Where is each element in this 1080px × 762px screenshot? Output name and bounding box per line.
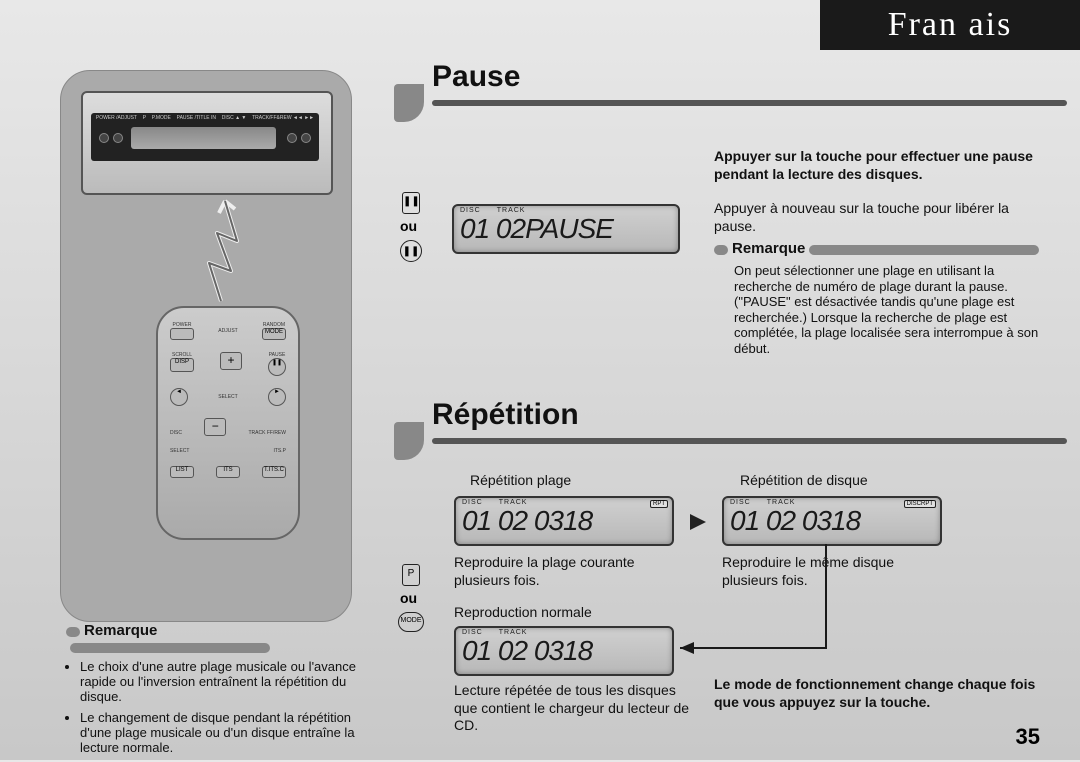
disc-repeat-label: Répétition de disque bbox=[740, 472, 868, 490]
remark-item: Le changement de disque pendant la répét… bbox=[80, 711, 356, 756]
p-key-icon: P bbox=[402, 564, 420, 586]
normal-play-label: Reproduction normale bbox=[454, 604, 592, 622]
caption-normal: Lecture répétée de tous les disques que … bbox=[454, 682, 694, 735]
remote-label: SELECT bbox=[218, 394, 237, 400]
remote-plus-button: + bbox=[220, 352, 242, 370]
section-bar bbox=[432, 438, 1067, 444]
head-label: TRACK/FF&REW ◄◄ ►► bbox=[252, 115, 314, 121]
pause-remote-icon: ❚❚ bbox=[400, 240, 422, 262]
remote-label: ADJUST bbox=[218, 328, 237, 334]
remote-itsc-button: T.ITS.C bbox=[262, 466, 286, 478]
pause-remark: Remarque On peut sélectionner une plage … bbox=[714, 240, 1050, 357]
pill-icon bbox=[809, 245, 1039, 255]
remote-label: SELECT bbox=[170, 448, 189, 454]
remark-item: Le choix d'une autre plage musicale ou l… bbox=[80, 660, 356, 705]
lcd-value: 01 02 0318 bbox=[724, 507, 940, 535]
head-label: P bbox=[143, 115, 146, 121]
arrow-right-icon bbox=[690, 514, 706, 530]
mode-change-text: Le mode de fonctionnement change chaque … bbox=[714, 676, 1044, 711]
device-illustration-panel: POWER /ADJUST P P.MODE PAUSE /TITLE IN D… bbox=[60, 70, 352, 622]
language-tab: Fran ais bbox=[820, 0, 1080, 50]
remote-disp-button: DISP bbox=[170, 358, 194, 372]
lcd-value: 01 02PAUSE bbox=[454, 215, 678, 243]
remote-pause-button: ❚❚ bbox=[268, 358, 286, 376]
ou-label: ou bbox=[400, 590, 417, 606]
remote-minus-button: − bbox=[204, 418, 226, 436]
page-number: 35 bbox=[1016, 724, 1040, 750]
lcd-value: 01 02 0318 bbox=[456, 507, 672, 535]
lcd-badge: DISCRPT bbox=[904, 500, 936, 508]
flow-arrow-icon bbox=[676, 540, 966, 660]
remark-title: Remarque bbox=[84, 622, 157, 639]
section-bar bbox=[432, 100, 1067, 106]
remote-illustration: POWER ADJUST RANDOMMODE SCROLLDISP + PAU… bbox=[156, 306, 300, 540]
ou-label: ou bbox=[400, 218, 417, 234]
track-repeat-label: Répétition plage bbox=[470, 472, 571, 490]
mode-key-icon: MODE bbox=[398, 612, 424, 632]
head-unit-illustration: POWER /ADJUST P P.MODE PAUSE /TITLE IN D… bbox=[81, 91, 333, 195]
lcd-badge: RPT bbox=[650, 500, 668, 508]
remote-its-button: ITS bbox=[216, 466, 240, 478]
remote-left-button: ◄ bbox=[170, 388, 188, 406]
lcd-value: 01 02 0318 bbox=[456, 637, 672, 665]
remark-body: On peut sélectionner une plage en utilis… bbox=[714, 257, 1050, 357]
remote-right-button: ► bbox=[268, 388, 286, 406]
remote-list-button: LIST bbox=[170, 466, 194, 478]
lcd-normal: DISCTRACK 01 02 0318 bbox=[454, 626, 674, 676]
pause-instruction: Appuyer à nouveau sur la touche pour lib… bbox=[714, 200, 1044, 235]
remote-mode-button: MODE bbox=[262, 328, 286, 340]
head-label: DISC ▲ ▼ bbox=[222, 115, 247, 121]
pill-icon bbox=[66, 627, 80, 637]
pill-icon bbox=[714, 245, 728, 255]
head-label: P.MODE bbox=[152, 115, 171, 121]
pill-icon bbox=[70, 643, 270, 653]
lcd-track-repeat: DISCTRACK RPT 01 02 0318 bbox=[454, 496, 674, 546]
lcd-disc-repeat: DISCTRACK DISCRPT 01 02 0318 bbox=[722, 496, 942, 546]
remote-label: ITS.P bbox=[273, 448, 286, 454]
left-remark: Remarque Le choix d'une autre plage musi… bbox=[66, 622, 356, 762]
caption-track-repeat: Reproduire la plage courante plusieurs f… bbox=[454, 554, 674, 589]
pause-key-icon: ❚❚ bbox=[402, 192, 420, 214]
section-title-repetition: Répétition bbox=[432, 398, 579, 432]
head-label: PAUSE /TITLE IN bbox=[177, 115, 216, 121]
remark-title: Remarque bbox=[732, 240, 805, 257]
head-label: POWER /ADJUST bbox=[96, 115, 137, 121]
pause-instruction-bold: Appuyer sur la touche pour effectuer une… bbox=[714, 148, 1044, 183]
lcd-pause: DISCTRACK 01 02PAUSE bbox=[452, 204, 680, 254]
remote-label: DISC bbox=[170, 430, 182, 436]
section-title-pause: Pause bbox=[432, 60, 520, 94]
remote-label: TRACK FF/REW bbox=[248, 430, 286, 436]
callout-arrow-icon bbox=[191, 193, 251, 303]
